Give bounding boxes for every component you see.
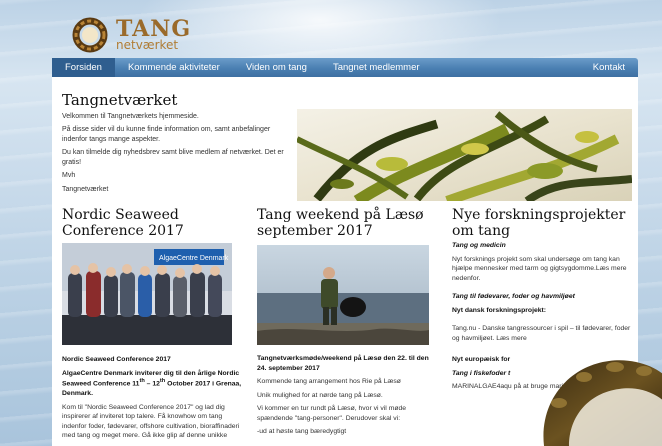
news-column-conference: Nordic Seaweed Conference 2017 AlgaeCent… [62, 207, 242, 445]
conference-photo: AlgaeCentre Denmark [62, 243, 232, 346]
hero-seaweed-image [297, 109, 632, 201]
nav-tangnet-medlemmer[interactable]: Tangnet medlemmer [320, 58, 433, 77]
conference-photo-sign: AlgaeCentre Denmark [159, 255, 229, 262]
intro-info: På disse sider vil du kunne finde inform… [62, 126, 271, 143]
nav-kommende-aktiviteter[interactable]: Kommende aktiviteter [115, 58, 233, 77]
laeso-beach-photo [257, 245, 429, 346]
logo-name: TANG [116, 15, 192, 42]
main-nav: Forsiden Kommende aktiviteter Viden om t… [52, 58, 638, 77]
research-danish-project: Nyt dansk forskningsprojekt: [452, 306, 547, 314]
intro-greeting: Mvh [62, 172, 76, 180]
nav-kontakt[interactable]: Kontakt [580, 58, 638, 77]
nav-forsiden[interactable]: Forsiden [52, 58, 115, 77]
intro-newsletter: Du kan tilmelde dig nyhedsbrev samt bliv… [62, 149, 284, 166]
conference-title[interactable]: Nordic Seaweed Conference 2017 [62, 207, 242, 239]
research-sub-food: Tang til fødevarer, foder og havmiljøet [452, 293, 575, 301]
research-title[interactable]: Nye forskningsprojekter om tang [452, 207, 632, 239]
laeso-program: Vi kommer en tur rundt på Læsø, hvor vi … [257, 405, 407, 422]
seaweed-ring-decoration-icon [543, 360, 662, 446]
logo-text: TANG netværket [116, 18, 191, 51]
research-medicine-text: Nyt forsknings projekt som skal undersøg… [452, 255, 627, 282]
nav-viden-om-tang[interactable]: Viden om tang [233, 58, 320, 77]
laeso-harvest: -ud at høste tang bæredygtigt [257, 428, 347, 436]
laeso-upcoming: Kommende tang arrangement hos Rie på Læs… [257, 378, 401, 386]
laeso-unique: Unik mulighed for at nørde tang på Læsø. [257, 391, 383, 399]
laeso-heading: Tangnetværksmøde/weekend på Læsø den 22.… [257, 355, 429, 372]
site-header[interactable]: TANG netværket [68, 8, 268, 60]
conference-body: Kom til "Nordic Seaweed Conference 2017"… [62, 403, 240, 440]
intro-signature: Tangnetværket [62, 185, 109, 193]
news-column-laeso: Tang weekend på Læsø september 2017 Tang… [257, 207, 437, 441]
intro-title: Tangnetværket [62, 91, 178, 109]
research-sub-medicine: Tang og medicin [452, 242, 506, 250]
seaweed-ring-logo-icon [72, 17, 108, 53]
intro-section: Tangnetværket Velkommen til Tangnetværke… [62, 91, 290, 198]
conference-invite: AlgaeCentre Denmark inviterer dig til de… [62, 369, 242, 397]
intro-welcome: Velkommen til Tangnetværkets hjemmeside. [62, 113, 199, 120]
conference-heading: Nordic Seaweed Conference 2017 [62, 356, 171, 364]
laeso-title[interactable]: Tang weekend på Læsø september 2017 [257, 207, 437, 239]
